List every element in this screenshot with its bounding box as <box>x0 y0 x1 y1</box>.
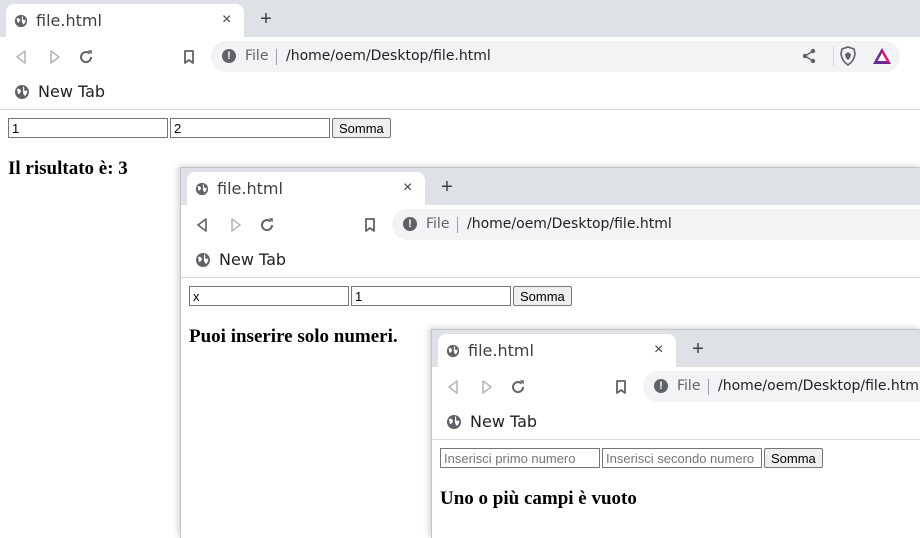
globe-icon <box>196 253 210 267</box>
close-tab-icon[interactable]: × <box>403 179 412 197</box>
bookmark-label: New Tab <box>219 250 287 269</box>
scheme-label: File <box>426 216 450 232</box>
omnibox-divider <box>457 217 458 233</box>
back-icon[interactable] <box>193 215 213 235</box>
tab-title: file.html <box>217 179 283 198</box>
new-tab-button[interactable]: + <box>686 337 710 361</box>
bookmark-icon[interactable] <box>611 377 631 397</box>
info-icon[interactable]: ! <box>222 49 236 63</box>
scheme-label: File <box>677 378 701 394</box>
tab-title: file.html <box>468 341 534 360</box>
brave-rewards-icon[interactable] <box>872 46 892 66</box>
url-text[interactable]: /home/oem/Desktop/file.html <box>718 378 920 394</box>
toolbar: ! File /home/oem/Desktop/file.html <box>0 37 920 76</box>
close-tab-icon[interactable]: × <box>222 11 231 29</box>
first-number-input[interactable] <box>8 118 168 138</box>
forward-icon[interactable] <box>476 377 496 397</box>
new-tab-button[interactable]: + <box>254 7 278 31</box>
toolbar: ! File /home/oem/Desktop/file.html <box>432 367 920 406</box>
tab-file-html[interactable]: file.html × <box>438 334 676 367</box>
second-number-input[interactable] <box>170 118 330 138</box>
url-text[interactable]: /home/oem/Desktop/file.html <box>467 216 672 232</box>
globe-icon <box>195 182 209 196</box>
tab-file-html[interactable]: file.html × <box>187 172 425 205</box>
bookmark-icon[interactable] <box>179 47 199 67</box>
somma-button[interactable]: Somma <box>764 448 823 468</box>
omnibox[interactable]: ! File /home/oem/Desktop/file.html <box>211 41 900 72</box>
scheme-label: File <box>245 48 269 64</box>
url-text[interactable]: /home/oem/Desktop/file.html <box>286 48 491 64</box>
reload-icon[interactable] <box>76 47 96 67</box>
result-text: Il risultato è: 3 <box>8 158 128 179</box>
omnibox-divider <box>276 49 277 65</box>
result-text: Uno o più campi è vuoto <box>440 488 637 509</box>
back-icon[interactable] <box>12 47 32 67</box>
globe-icon <box>15 85 29 99</box>
bookmarks-bar: New Tab <box>432 406 920 440</box>
second-number-input[interactable] <box>351 286 511 306</box>
omnibox-divider <box>833 46 834 66</box>
brave-shields-icon[interactable] <box>838 46 858 66</box>
back-icon[interactable] <box>444 377 464 397</box>
new-tab-button[interactable]: + <box>435 175 459 199</box>
info-icon[interactable]: ! <box>654 379 668 393</box>
omnibox[interactable]: ! File /home/oem/Desktop/file.html <box>392 209 920 240</box>
bookmark-label: New Tab <box>38 82 106 101</box>
close-tab-icon[interactable]: × <box>654 341 663 359</box>
reload-icon[interactable] <box>257 215 277 235</box>
info-icon[interactable]: ! <box>403 217 417 231</box>
bookmarks-bar: New Tab <box>0 76 920 110</box>
toolbar: ! File /home/oem/Desktop/file.html <box>181 205 920 244</box>
reload-icon[interactable] <box>508 377 528 397</box>
bookmarks-bar: New Tab <box>181 244 920 278</box>
globe-icon <box>14 14 28 28</box>
somma-button[interactable]: Somma <box>332 118 391 138</box>
globe-icon <box>447 415 461 429</box>
omnibox[interactable]: ! File /home/oem/Desktop/file.html <box>643 371 920 402</box>
omnibox-divider <box>708 379 709 395</box>
forward-icon[interactable] <box>225 215 245 235</box>
globe-icon <box>446 344 460 358</box>
tab-file-html[interactable]: file.html × <box>6 4 244 37</box>
page-content: Somma Uno o più campi è vuoto <box>432 440 920 538</box>
browser-window-3: file.html × + ! File /home/oem/Desktop/f… <box>431 329 920 538</box>
bookmark-label: New Tab <box>470 412 538 431</box>
tab-strip: file.html × + <box>0 0 920 37</box>
result-text: Puoi inserire solo numeri. <box>189 326 398 347</box>
first-number-input[interactable] <box>189 286 349 306</box>
tab-title: file.html <box>36 11 102 30</box>
first-number-input[interactable] <box>440 448 600 468</box>
tab-strip: file.html × + <box>432 330 920 367</box>
somma-button[interactable]: Somma <box>513 286 572 306</box>
share-icon[interactable] <box>800 47 818 65</box>
second-number-input[interactable] <box>602 448 762 468</box>
forward-icon[interactable] <box>44 47 64 67</box>
bookmark-icon[interactable] <box>360 215 380 235</box>
tab-strip: file.html × + <box>181 168 920 205</box>
